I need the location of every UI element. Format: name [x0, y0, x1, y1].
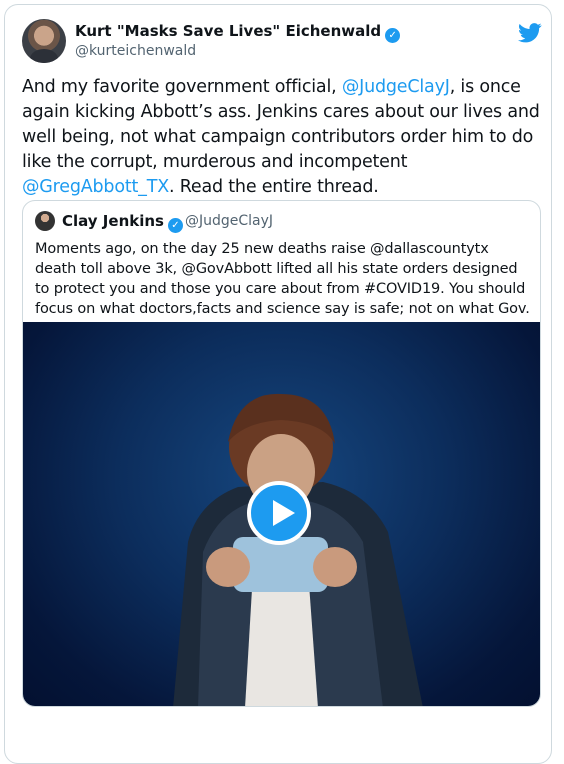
tweet-header: Kurt "Masks Save Lives" Eichenwald ✓ @kur…: [22, 19, 542, 65]
tweet-text-part1: And my favorite government official,: [22, 77, 342, 97]
verified-badge-icon: ✓: [385, 28, 401, 43]
mention-gregabbott-link[interactable]: @GregAbbott_TX: [22, 177, 169, 197]
tweet-text-part3: . Read the entire thread.: [169, 177, 379, 197]
video-thumbnail[interactable]: [23, 322, 540, 706]
author-name-row[interactable]: Kurt "Masks Save Lives" Eichenwald ✓: [75, 22, 401, 43]
twitter-bird-icon[interactable]: [518, 23, 542, 43]
author-handle[interactable]: @kurteichenwald: [75, 43, 196, 59]
author-display-name[interactable]: Kurt "Masks Save Lives" Eichenwald: [75, 22, 381, 40]
quoted-tweet[interactable]: Clay Jenkins ✓ @JudgeClayJ Moments ago, o…: [22, 200, 541, 707]
author-avatar[interactable]: [22, 19, 66, 63]
quoted-author-avatar: [35, 211, 55, 231]
tweet-text: And my favorite government official, @Ju…: [22, 75, 542, 200]
tweet-card: Kurt "Masks Save Lives" Eichenwald ✓ @kur…: [4, 4, 552, 764]
verified-badge-icon: ✓: [167, 218, 183, 233]
quoted-author-name-row: Clay Jenkins ✓: [62, 212, 183, 233]
quoted-author-display-name: Clay Jenkins: [62, 212, 164, 230]
quoted-author-handle: @JudgeClayJ: [185, 213, 274, 229]
quoted-tweet-header: Clay Jenkins ✓ @JudgeClayJ: [35, 211, 525, 233]
play-button[interactable]: [247, 481, 311, 545]
mention-judgeclayj-link[interactable]: @JudgeClayJ: [342, 77, 450, 97]
